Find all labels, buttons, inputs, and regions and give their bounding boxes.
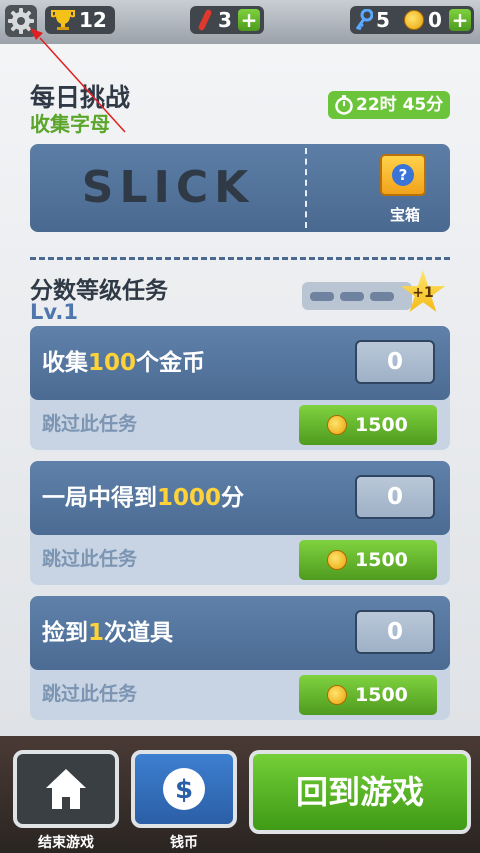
section-divider bbox=[30, 257, 450, 260]
hoverboard-icon bbox=[198, 9, 212, 31]
back-to-game-button[interactable]: 回到游戏 bbox=[249, 750, 471, 834]
svg-text:$: $ bbox=[175, 775, 193, 805]
timer-icon bbox=[335, 95, 353, 115]
question-mark-icon: ? bbox=[392, 164, 414, 186]
progress-segment bbox=[340, 292, 364, 301]
trophy-counter: 12 bbox=[45, 6, 115, 34]
level-label: Lv.1 bbox=[30, 300, 78, 324]
skip-mission-button[interactable]: 1500 bbox=[299, 405, 437, 445]
daily-word: SLICK bbox=[81, 162, 255, 213]
star-bonus: +1 bbox=[412, 285, 434, 301]
mission-text: 收集100个金币 bbox=[42, 350, 206, 376]
add-coins-button[interactable]: + bbox=[449, 9, 471, 31]
skip-label: 跳过此任务 bbox=[42, 683, 138, 705]
settings-button[interactable] bbox=[5, 5, 37, 37]
mission-progress: 0 bbox=[355, 475, 435, 519]
top-bar: 12 3 + 5 0 + bbox=[0, 0, 480, 44]
mission-progress: 0 bbox=[355, 610, 435, 654]
chest-label: 宝箱 bbox=[389, 206, 420, 224]
coins-button[interactable]: $ bbox=[131, 750, 237, 828]
coins-label: 钱币 bbox=[170, 835, 198, 851]
daily-timer: 22时 45分 bbox=[328, 91, 450, 119]
skip-mission-button[interactable]: 1500 bbox=[299, 540, 437, 580]
missions-panel: 每日挑战 收集字母 22时 45分 SLICK ? 宝箱 分数等级任务 Lv.1… bbox=[0, 44, 480, 736]
daily-challenge-subtitle: 收集字母 bbox=[30, 112, 110, 136]
mission-header: 收集100个金币 0 bbox=[30, 326, 450, 400]
mission-text: 一局中得到1000分 bbox=[42, 485, 245, 511]
skip-cost: 1500 bbox=[355, 549, 408, 571]
keys-count: 5 bbox=[376, 8, 390, 32]
currency-counter: 5 0 + bbox=[350, 6, 474, 34]
divider bbox=[305, 148, 307, 228]
mission-header: 捡到1次道具 0 bbox=[30, 596, 450, 670]
trophy-icon bbox=[51, 10, 75, 30]
timer-text: 22时 45分 bbox=[356, 95, 444, 115]
home-icon bbox=[46, 769, 86, 809]
coin-icon bbox=[327, 685, 347, 705]
skip-label: 跳过此任务 bbox=[42, 548, 138, 570]
dollar-icon: $ bbox=[163, 768, 205, 810]
mission-progress: 0 bbox=[355, 340, 435, 384]
bottom-bar: 结束游戏 $ 钱币 回到游戏 bbox=[0, 736, 480, 853]
skip-mission-button[interactable]: 1500 bbox=[299, 675, 437, 715]
mystery-box-icon[interactable]: ? bbox=[380, 154, 426, 196]
mission-card: 收集100个金币 0 跳过此任务 1500 bbox=[30, 326, 450, 450]
end-game-button[interactable] bbox=[13, 750, 119, 828]
back-to-game-label: 回到游戏 bbox=[295, 773, 424, 811]
hoverboard-count: 3 bbox=[218, 8, 232, 32]
gear-icon bbox=[8, 8, 34, 34]
hoverboard-counter: 3 + bbox=[190, 6, 264, 34]
trophy-count: 12 bbox=[79, 8, 107, 32]
level-progress bbox=[302, 282, 412, 310]
progress-segment bbox=[310, 292, 334, 301]
add-hoverboard-button[interactable]: + bbox=[238, 9, 260, 31]
progress-segment bbox=[370, 292, 394, 301]
coin-icon bbox=[327, 415, 347, 435]
coin-icon bbox=[404, 10, 424, 30]
skip-label: 跳过此任务 bbox=[42, 413, 138, 435]
key-icon bbox=[355, 9, 373, 31]
coin-icon bbox=[327, 550, 347, 570]
end-game-label: 结束游戏 bbox=[38, 835, 94, 851]
mission-card: 一局中得到1000分 0 跳过此任务 1500 bbox=[30, 461, 450, 585]
mission-card: 捡到1次道具 0 跳过此任务 1500 bbox=[30, 596, 450, 720]
mission-header: 一局中得到1000分 0 bbox=[30, 461, 450, 535]
coins-count: 0 bbox=[428, 8, 442, 32]
skip-cost: 1500 bbox=[355, 684, 408, 706]
skip-cost: 1500 bbox=[355, 414, 408, 436]
mission-text: 捡到1次道具 bbox=[42, 620, 174, 646]
daily-word-card: SLICK ? 宝箱 bbox=[30, 144, 450, 232]
